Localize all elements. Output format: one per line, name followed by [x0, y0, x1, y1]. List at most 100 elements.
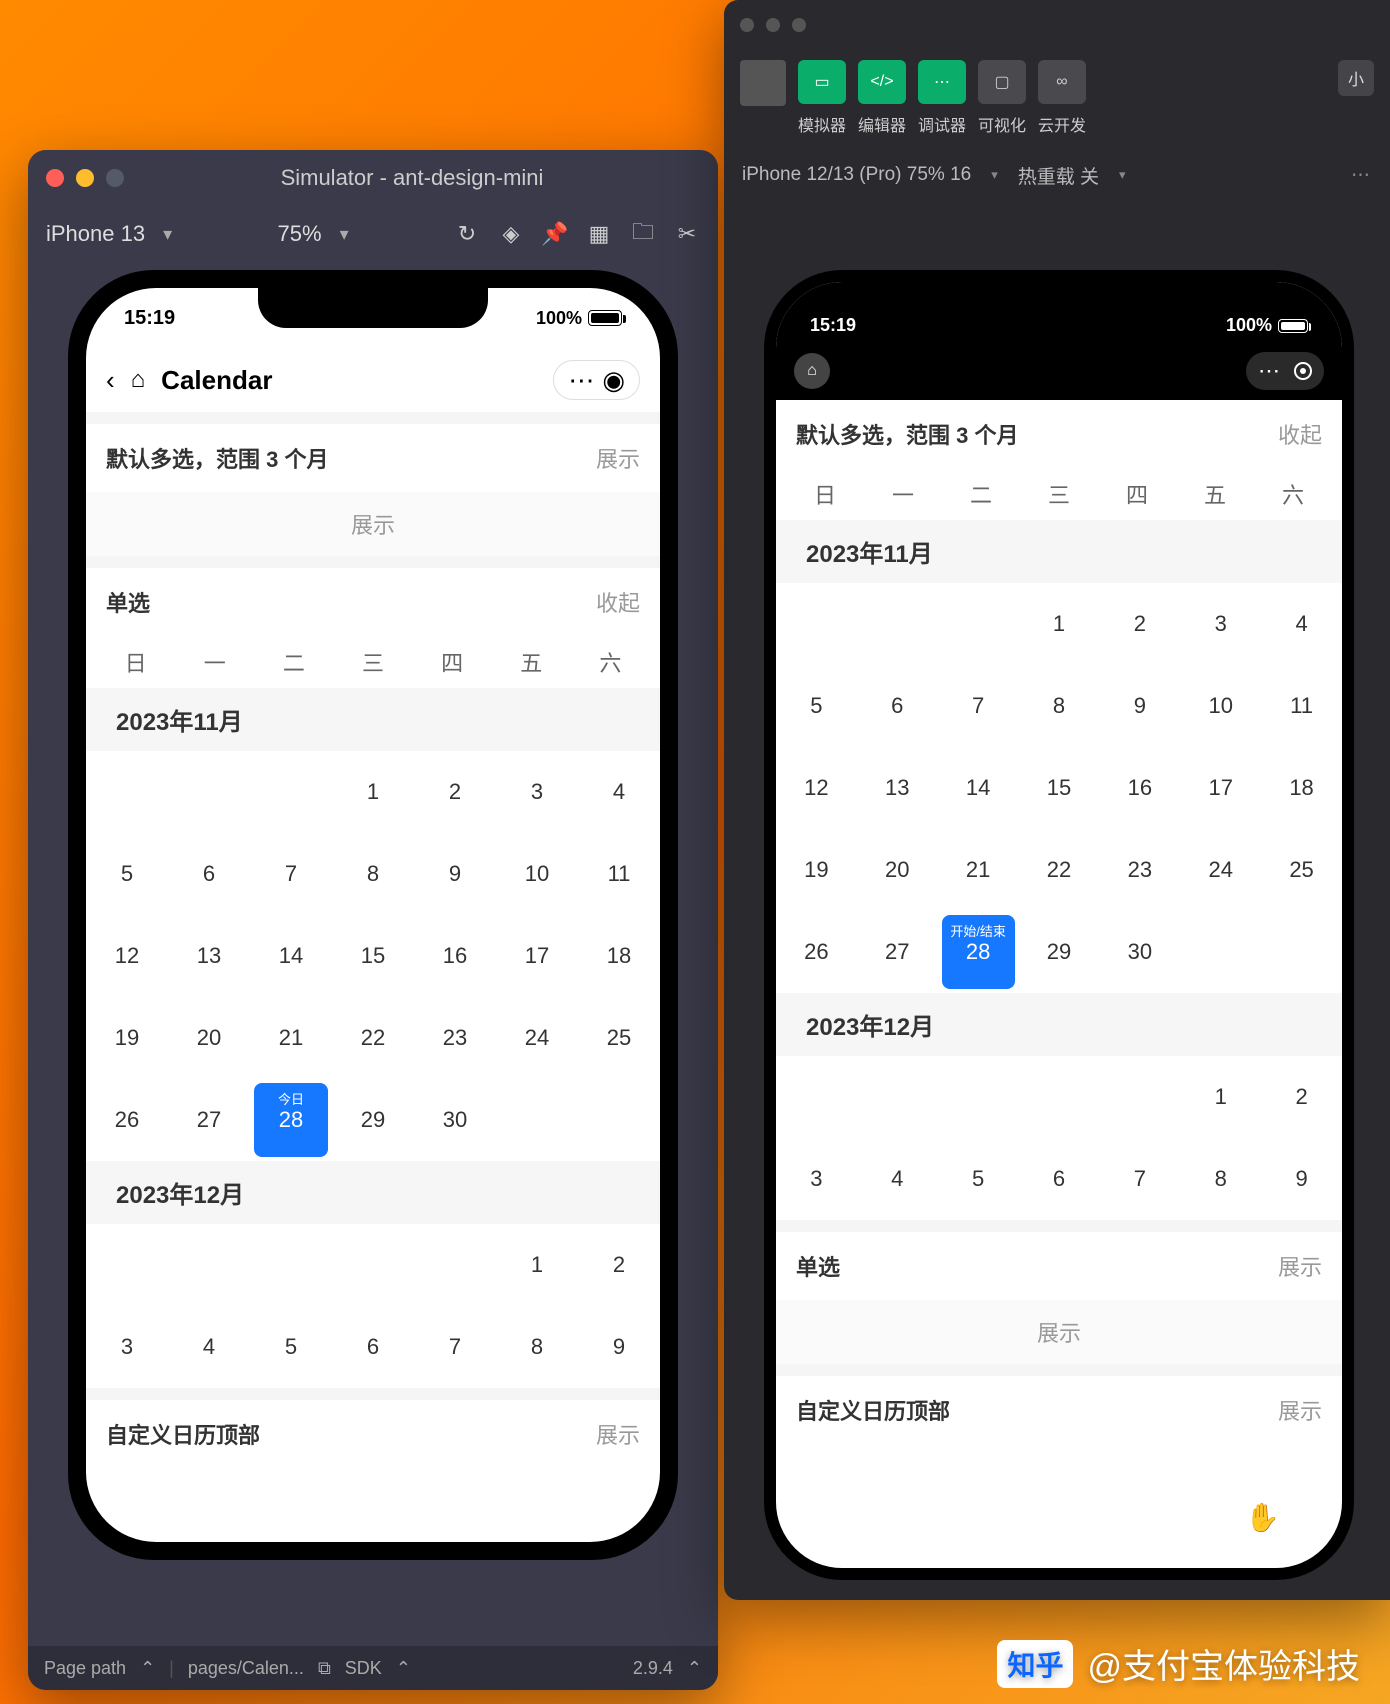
calendar-day[interactable]: 30 — [1099, 911, 1180, 993]
calendar-day[interactable]: 2 — [414, 751, 496, 833]
collapse-button[interactable]: 收起 — [1278, 418, 1322, 450]
calendar-day[interactable]: 1 — [496, 1224, 578, 1306]
expand-button[interactable]: 展示 — [596, 442, 640, 474]
device-selector[interactable]: iPhone 12/13 (Pro) 75% 16 — [742, 164, 971, 186]
calendar-day[interactable]: 17 — [496, 915, 578, 997]
collapse-button[interactable]: 收起 — [596, 586, 640, 618]
calendar-day[interactable]: 13 — [168, 915, 250, 997]
calendar-day[interactable]: 2 — [1099, 583, 1180, 665]
calendar-day[interactable]: 11 — [578, 833, 660, 915]
calendar-day[interactable]: 9 — [1261, 1138, 1342, 1220]
calendar-day[interactable]: 9 — [1099, 665, 1180, 747]
grid-icon[interactable]: ▦ — [586, 221, 612, 247]
calendar-day[interactable]: 8 — [1019, 665, 1100, 747]
calendar-day[interactable]: 4 — [578, 751, 660, 833]
calendar-day[interactable]: 29 — [332, 1079, 414, 1161]
traffic-lights[interactable] — [740, 18, 806, 32]
toolbar-云开发[interactable]: ∞云开发 — [1036, 60, 1088, 136]
expand-button[interactable]: 展示 — [1278, 1394, 1322, 1426]
calendar-day[interactable]: 25 — [1261, 829, 1342, 911]
calendar-day[interactable]: 9 — [414, 833, 496, 915]
calendar-day[interactable]: 9 — [578, 1306, 660, 1388]
toolbar-模拟器[interactable]: ▭模拟器 — [796, 60, 848, 136]
calendar-day[interactable]: 4 — [1261, 583, 1342, 665]
calendar-day[interactable]: 1 — [332, 751, 414, 833]
calendar-day[interactable]: 19 — [86, 997, 168, 1079]
calendar-day[interactable]: 22 — [1019, 829, 1100, 911]
chevron-down-icon[interactable]: ▾ — [163, 224, 172, 245]
calendar-day[interactable]: 5 — [938, 1138, 1019, 1220]
device-label[interactable]: iPhone 13 — [46, 221, 145, 247]
calendar-day[interactable]: 13 — [857, 747, 938, 829]
calendar-day[interactable]: 21 — [250, 997, 332, 1079]
calendar-day[interactable]: 3 — [1180, 583, 1261, 665]
calendar-day[interactable]: 30 — [414, 1079, 496, 1161]
hot-reload[interactable]: 热重载 关 — [1018, 162, 1099, 189]
calendar-day[interactable]: 14 — [250, 915, 332, 997]
calendar-day[interactable]: 2 — [578, 1224, 660, 1306]
calendar-day[interactable]: 20 — [857, 829, 938, 911]
calendar-day[interactable]: 29 — [1019, 911, 1100, 993]
back-icon[interactable]: ‹ — [106, 365, 115, 396]
calendar-day[interactable]: 5 — [776, 665, 857, 747]
avatar[interactable] — [740, 60, 786, 106]
expand-button[interactable]: 展示 — [1278, 1250, 1322, 1282]
calendar-day[interactable]: 7 — [414, 1306, 496, 1388]
calendar-day[interactable]: 26 — [776, 911, 857, 993]
expand-row[interactable]: 展示 — [86, 492, 660, 556]
calendar-day[interactable]: 10 — [496, 833, 578, 915]
pill-button[interactable]: 小 — [1338, 60, 1374, 96]
calendar-day[interactable]: 12 — [776, 747, 857, 829]
calendar-day[interactable]: 3 — [496, 751, 578, 833]
calendar-day[interactable]: 27 — [168, 1079, 250, 1161]
chevron-down-icon[interactable]: ▾ — [340, 224, 349, 245]
calendar-day[interactable]: 7 — [250, 833, 332, 915]
calendar-day[interactable]: 11 — [1261, 665, 1342, 747]
calendar-day[interactable]: 21 — [938, 829, 1019, 911]
expand-row[interactable]: 展示 — [776, 1300, 1342, 1364]
calendar-day[interactable]: 7 — [1099, 1138, 1180, 1220]
home-icon[interactable]: ⌂ — [794, 353, 830, 389]
reload-icon[interactable]: ↻ — [454, 221, 480, 247]
calendar-day[interactable]: 8 — [332, 833, 414, 915]
calendar-day[interactable]: 开始/结束28 — [942, 915, 1015, 989]
calendar-day[interactable]: 1 — [1180, 1056, 1261, 1138]
home-icon[interactable]: ⌂ — [131, 366, 146, 394]
calendar-day[interactable]: 24 — [1180, 829, 1261, 911]
calendar-day[interactable]: 23 — [414, 997, 496, 1079]
calendar-day[interactable]: 23 — [1099, 829, 1180, 911]
capsule[interactable]: ⋯ — [1246, 352, 1324, 390]
pin-icon[interactable]: 📌 — [542, 221, 568, 247]
calendar-day[interactable]: 8 — [496, 1306, 578, 1388]
calendar-day[interactable]: 17 — [1180, 747, 1261, 829]
toolbar-调试器[interactable]: ⋯调试器 — [916, 60, 968, 136]
calendar-day[interactable]: 20 — [168, 997, 250, 1079]
calendar-day[interactable]: 6 — [332, 1306, 414, 1388]
calendar-day[interactable]: 26 — [86, 1079, 168, 1161]
calendar-day[interactable]: 16 — [1099, 747, 1180, 829]
calendar-day[interactable]: 25 — [578, 997, 660, 1079]
expand-button[interactable]: 展示 — [596, 1418, 640, 1450]
calendar-day[interactable]: 5 — [86, 833, 168, 915]
cut-icon[interactable]: ✂ — [674, 221, 700, 247]
calendar-day[interactable]: 8 — [1180, 1138, 1261, 1220]
calendar-day[interactable]: 3 — [776, 1138, 857, 1220]
toolbar-可视化[interactable]: ▢可视化 — [976, 60, 1028, 136]
calendar-day[interactable]: 12 — [86, 915, 168, 997]
calendar-day[interactable]: 6 — [168, 833, 250, 915]
calendar-day[interactable]: 27 — [857, 911, 938, 993]
capsule[interactable]: ⋯◉ — [553, 360, 640, 400]
calendar-day[interactable]: 3 — [86, 1306, 168, 1388]
folder-icon[interactable]: 🗀 — [630, 221, 656, 247]
calendar-day[interactable]: 24 — [496, 997, 578, 1079]
calendar-day[interactable]: 15 — [332, 915, 414, 997]
calendar-day[interactable]: 16 — [414, 915, 496, 997]
calendar-day[interactable]: 22 — [332, 997, 414, 1079]
calendar-day[interactable]: 15 — [1019, 747, 1100, 829]
calendar-day[interactable]: 6 — [857, 665, 938, 747]
calendar-day[interactable]: 5 — [250, 1306, 332, 1388]
calendar-day[interactable]: 14 — [938, 747, 1019, 829]
calendar-day[interactable]: 18 — [1261, 747, 1342, 829]
calendar-day[interactable]: 19 — [776, 829, 857, 911]
calendar-day[interactable]: 4 — [168, 1306, 250, 1388]
